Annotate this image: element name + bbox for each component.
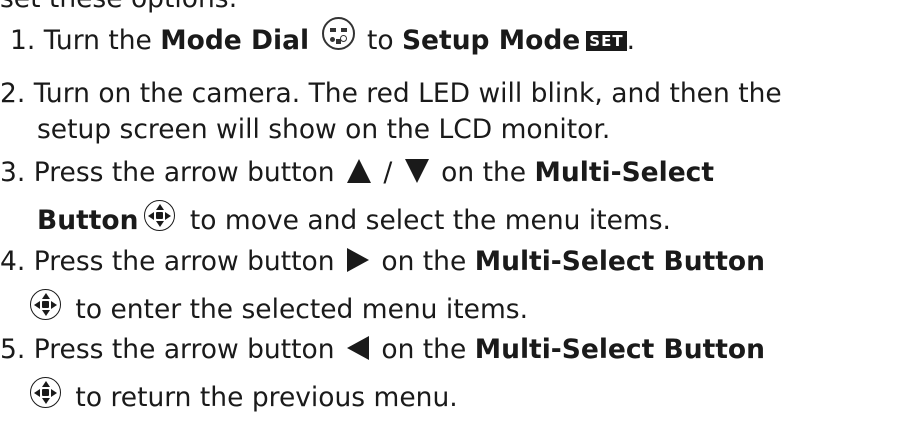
step-4-continued: to enter the selected menu items. [30, 289, 528, 326]
step-number: 4. [0, 246, 26, 277]
step-text: to [366, 25, 402, 56]
intro-text: set these options: [0, 0, 237, 15]
step-text: . [626, 25, 636, 56]
step-number: 3. [0, 157, 26, 188]
step-3-continued: Button to move and select the menu items… [37, 200, 671, 237]
arrow-left-icon [346, 335, 369, 360]
step-text: on the [372, 246, 475, 277]
arrow-up-icon [346, 158, 371, 183]
step-5-continued: to return the previous menu. [30, 377, 458, 414]
step-text: Turn the [43, 25, 161, 56]
step-3: 3. Press the arrow button / on the Multi… [0, 157, 714, 189]
step-text: to return the previous menu. [67, 382, 458, 413]
step-text: setup screen will show on the LCD monito… [37, 114, 611, 145]
setup-mode-label: Setup Mode [401, 25, 581, 56]
arrow-down-icon [404, 158, 429, 183]
multi-select-button-icon [30, 377, 61, 408]
multi-select-button-icon [30, 289, 61, 320]
button-label: Button [37, 205, 139, 236]
step-2-continued: setup screen will show on the LCD monito… [37, 114, 610, 146]
step-text: / [374, 157, 401, 188]
step-number: 1. [10, 25, 36, 56]
step-text: Press the arrow button [33, 157, 343, 188]
set-mode-badge: SET [586, 31, 627, 51]
step-4: 4. Press the arrow button on the Multi-S… [0, 246, 765, 278]
step-2: 2. Turn on the camera. The red LED will … [0, 78, 782, 110]
mode-dial-label: Mode Dial [160, 25, 310, 56]
multi-select-button-icon [144, 200, 176, 231]
step-text: Press the arrow button [33, 334, 343, 365]
step-text: to move and select the menu items. [181, 205, 671, 236]
step-5: 5. Press the arrow button on the Multi-S… [0, 334, 765, 366]
step-1: 1. Turn the Mode Dial to Setup Mode SET. [10, 17, 636, 58]
step-text: to enter the selected menu items. [67, 294, 528, 325]
step-text: on the [432, 157, 535, 188]
step-text: Press the arrow button [33, 246, 343, 277]
mode-dial-icon [321, 17, 355, 50]
multi-select-label: Multi-Select [534, 157, 715, 188]
step-number: 2. [0, 78, 26, 109]
multi-select-button-label: Multi-Select Button [474, 246, 765, 277]
step-number: 5. [0, 334, 26, 365]
multi-select-button-label: Multi-Select Button [474, 334, 765, 365]
step-text: on the [372, 334, 475, 365]
arrow-right-icon [346, 247, 369, 272]
step-text: Turn on the camera. The red LED will bli… [33, 78, 782, 109]
